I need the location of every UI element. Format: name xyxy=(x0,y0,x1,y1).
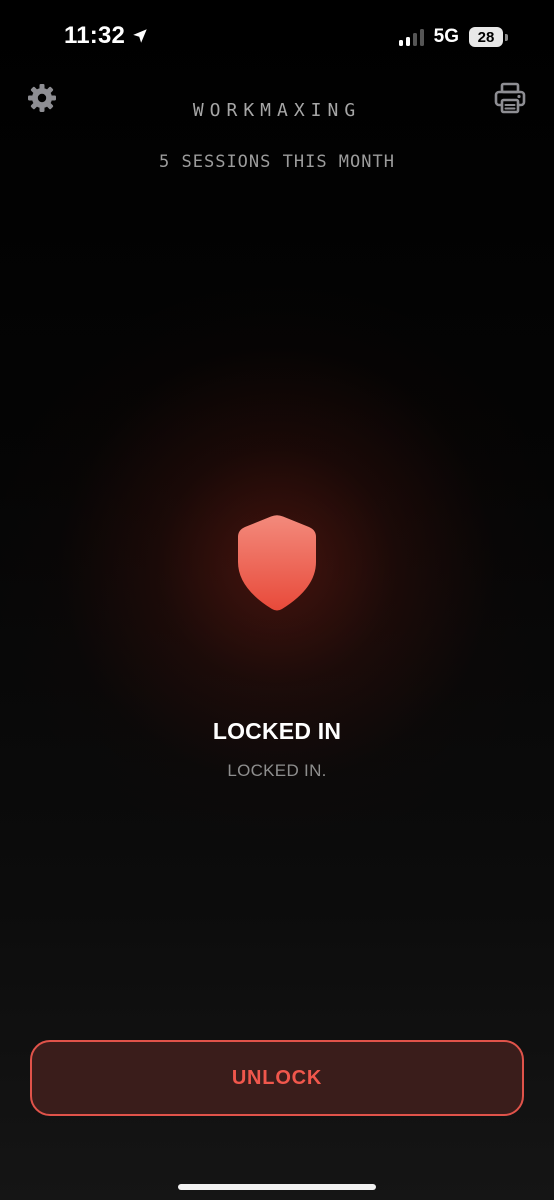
sessions-count: 5 SESSIONS THIS MONTH xyxy=(159,152,395,172)
printer-icon xyxy=(494,82,526,114)
home-indicator[interactable] xyxy=(178,1184,376,1190)
cellular-signal-icon xyxy=(398,28,424,46)
app-title: WORKMAXING xyxy=(192,100,362,121)
location-arrow-icon xyxy=(133,29,147,43)
print-button[interactable] xyxy=(490,78,530,118)
network-type: 5G xyxy=(433,26,459,47)
app-screen: 11:32 5G 28 WORKMAXING 5 SESSIONS THIS M… xyxy=(0,0,554,1200)
lock-status-title: LOCKED IN xyxy=(212,718,342,744)
battery-level: 28 xyxy=(469,27,503,47)
unlock-button[interactable]: UNLOCK xyxy=(30,1040,524,1116)
battery-icon: 28 xyxy=(469,27,508,47)
shield-icon xyxy=(238,515,316,611)
status-time: 11:32 xyxy=(64,22,149,50)
status-indicators: 5G 28 xyxy=(398,26,508,48)
status-time-text: 11:32 xyxy=(64,22,126,49)
lock-status-subtitle: LOCKED IN. xyxy=(227,761,327,780)
status-bar: 11:32 5G 28 xyxy=(0,0,554,76)
